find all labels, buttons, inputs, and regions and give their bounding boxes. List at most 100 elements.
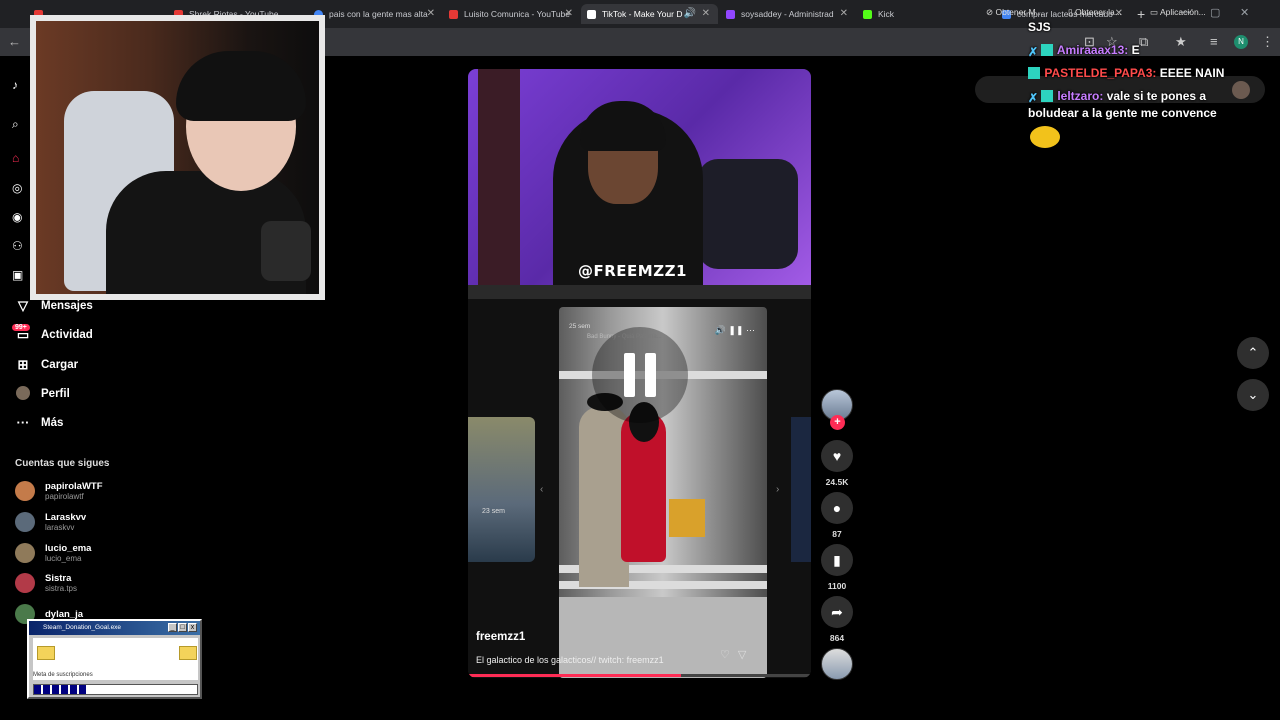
back-arrow-icon[interactable]: ←: [8, 34, 21, 49]
nav-label: Cargar: [41, 359, 79, 371]
share-button[interactable]: ➦: [821, 596, 853, 628]
heart-icon: ♥: [832, 448, 842, 464]
new-tab-button[interactable]: +: [1137, 6, 1145, 22]
previous-video-button[interactable]: ⌃: [1237, 337, 1269, 369]
close-tab-icon[interactable]: ✕: [427, 8, 435, 19]
browser-tab[interactable]: Luisito Comunica - YouTube ✕: [443, 4, 581, 24]
nav-upload[interactable]: ⊞ Cargar: [15, 357, 79, 373]
minimize-icon: _: [168, 623, 177, 632]
progress-fill: [468, 674, 681, 677]
nav-profile[interactable]: Perfil: [15, 386, 70, 401]
avatar: [15, 512, 35, 532]
chat-username: PASTELDE_PAPA3:: [1044, 66, 1157, 80]
folder-icon: [179, 646, 197, 660]
window-close-icon[interactable]: ✕: [1240, 6, 1249, 19]
comment-count: 87: [832, 529, 842, 539]
chat-text: SJS: [1028, 20, 1051, 34]
sticker: [669, 499, 705, 537]
browser-tab[interactable]: Kick: [857, 4, 993, 24]
door: [478, 69, 520, 285]
extensions-icon[interactable]: ⧉: [1139, 34, 1148, 50]
video-controls[interactable]: 🔊 ❚❚ ···: [715, 325, 755, 336]
chat-message: SJS: [1028, 20, 1051, 36]
twitch-icon: [726, 9, 735, 19]
nav-label: Más: [41, 416, 64, 429]
user-avatar[interactable]: [1232, 81, 1250, 99]
browser-tab[interactable]: soysaddey - Administrad ✕: [720, 4, 856, 24]
following-account[interactable]: lucio_ema lucio_ema: [15, 543, 91, 563]
follow-plus-button[interactable]: +: [830, 415, 845, 430]
friends-icon[interactable]: ⚇: [12, 239, 23, 253]
account-name: lucio_ema: [45, 543, 92, 554]
live-icon[interactable]: ▣: [12, 268, 23, 282]
video-progress-bar[interactable]: [468, 674, 811, 677]
chat-message: PASTELDE_PAPA3: EEEE NAIN: [1028, 66, 1224, 82]
chat-text: boludear a la gente me convence: [1028, 106, 1217, 120]
audio-icon[interactable]: 🔊: [684, 8, 696, 19]
home-icon[interactable]: ⌂: [12, 151, 19, 165]
kick-icon: [863, 9, 872, 19]
beanie: [580, 101, 666, 151]
tab-label: TikTok - Make Your D: [602, 9, 683, 19]
sword-badge-icon: ✗: [1028, 45, 1039, 59]
tiktok-feed-view: 23 sem ‹ › 25 sem Bad Bunny - Quiá Pasar…: [468, 285, 811, 678]
more-icon: ···: [16, 415, 30, 430]
maximize-icon[interactable]: ▢: [1210, 6, 1220, 19]
close-tab-icon[interactable]: ✕: [840, 8, 848, 19]
donation-goal-widget: Steam_Donation_Goal.exe _ □ x Meta de susc…: [27, 619, 202, 699]
video-player[interactable]: @FREEMZZ1 23 sem ‹ › 25 sem Bad Bunny - …: [468, 69, 811, 678]
following-account[interactable]: Sistra sistra.tps: [15, 573, 77, 593]
chat-text: vale si te pones a: [1106, 89, 1207, 103]
chevron-up-icon: ⌃: [1247, 345, 1259, 360]
window-buttons: _ □ x: [167, 623, 197, 632]
get-coins-button[interactable]: ⊘ Obtener M...: [986, 7, 1043, 18]
stream-facecam: @FREEMZZ1: [468, 69, 811, 285]
desktop-app-button[interactable]: ▭ Aplicación...: [1150, 7, 1206, 18]
goal-progress-fill: [34, 685, 88, 694]
tiktok-logo-icon[interactable]: ♪: [12, 78, 18, 92]
chat-username: leltzaro:: [1057, 89, 1104, 103]
sword-badge-icon: ✗: [1028, 91, 1039, 105]
chat-message: ✗ leltzaro: vale si te pones a: [1028, 89, 1206, 105]
divider: [468, 285, 811, 299]
menu-dots-icon[interactable]: ⋮: [1261, 34, 1274, 50]
following-account[interactable]: Laraskvv laraskvv: [15, 512, 86, 532]
tiktok-icon: [587, 9, 596, 19]
device-icon: ▯: [1068, 7, 1076, 17]
next-video-thumbnail[interactable]: [791, 417, 811, 562]
explore-icon[interactable]: ◎: [12, 181, 22, 195]
search-icon[interactable]: ⌕: [12, 117, 19, 132]
comment-button[interactable]: ●: [821, 492, 853, 524]
account-handle: laraskvv: [45, 523, 75, 532]
profile-avatar[interactable]: N: [1234, 35, 1248, 49]
chat-emote: [1030, 126, 1060, 148]
browser-tab-active[interactable]: TikTok - Make Your D 🔊 ✕: [581, 4, 718, 24]
music-disc-avatar[interactable]: [821, 648, 853, 680]
video-author[interactable]: freemzz1: [476, 631, 525, 643]
pause-button[interactable]: [592, 327, 688, 423]
previous-video-thumbnail[interactable]: 23 sem: [468, 417, 535, 562]
following-icon[interactable]: ◉: [12, 210, 22, 224]
following-section-title: Cuentas que sigues: [15, 458, 110, 469]
next-video-button[interactable]: ⌄: [1237, 379, 1269, 411]
following-account[interactable]: papirolaWTF papirolawtf: [15, 481, 103, 501]
close-tab-icon[interactable]: ✕: [702, 8, 710, 19]
pause-icon: [624, 353, 635, 397]
bookmark-button[interactable]: ▮: [821, 544, 853, 576]
get-app-button[interactable]: ▯ Obtener la...: [1068, 7, 1122, 18]
chevron-right-icon[interactable]: ›: [776, 484, 779, 495]
nav-messages[interactable]: ▽ Mensajes: [15, 298, 93, 314]
browser-tab[interactable]: pais con la gente mas alta ✕: [308, 4, 443, 24]
plus-square-icon: ⊞: [17, 357, 29, 372]
chevron-left-icon[interactable]: ‹: [540, 484, 543, 495]
media-icon[interactable]: ≡: [1210, 34, 1218, 49]
avatar: [15, 481, 35, 501]
like-button[interactable]: ♥: [821, 440, 853, 472]
subscriber-badge-icon: [1041, 90, 1053, 102]
close-tab-icon[interactable]: ✕: [565, 8, 573, 19]
caption-actions[interactable]: ♡▽: [720, 648, 754, 661]
account-name: Sistra: [45, 573, 72, 584]
nav-more[interactable]: ··· Más: [15, 415, 64, 430]
chat-text: EEEE NAIN: [1159, 66, 1225, 80]
bookmark-star-icon[interactable]: ★: [1175, 34, 1187, 50]
